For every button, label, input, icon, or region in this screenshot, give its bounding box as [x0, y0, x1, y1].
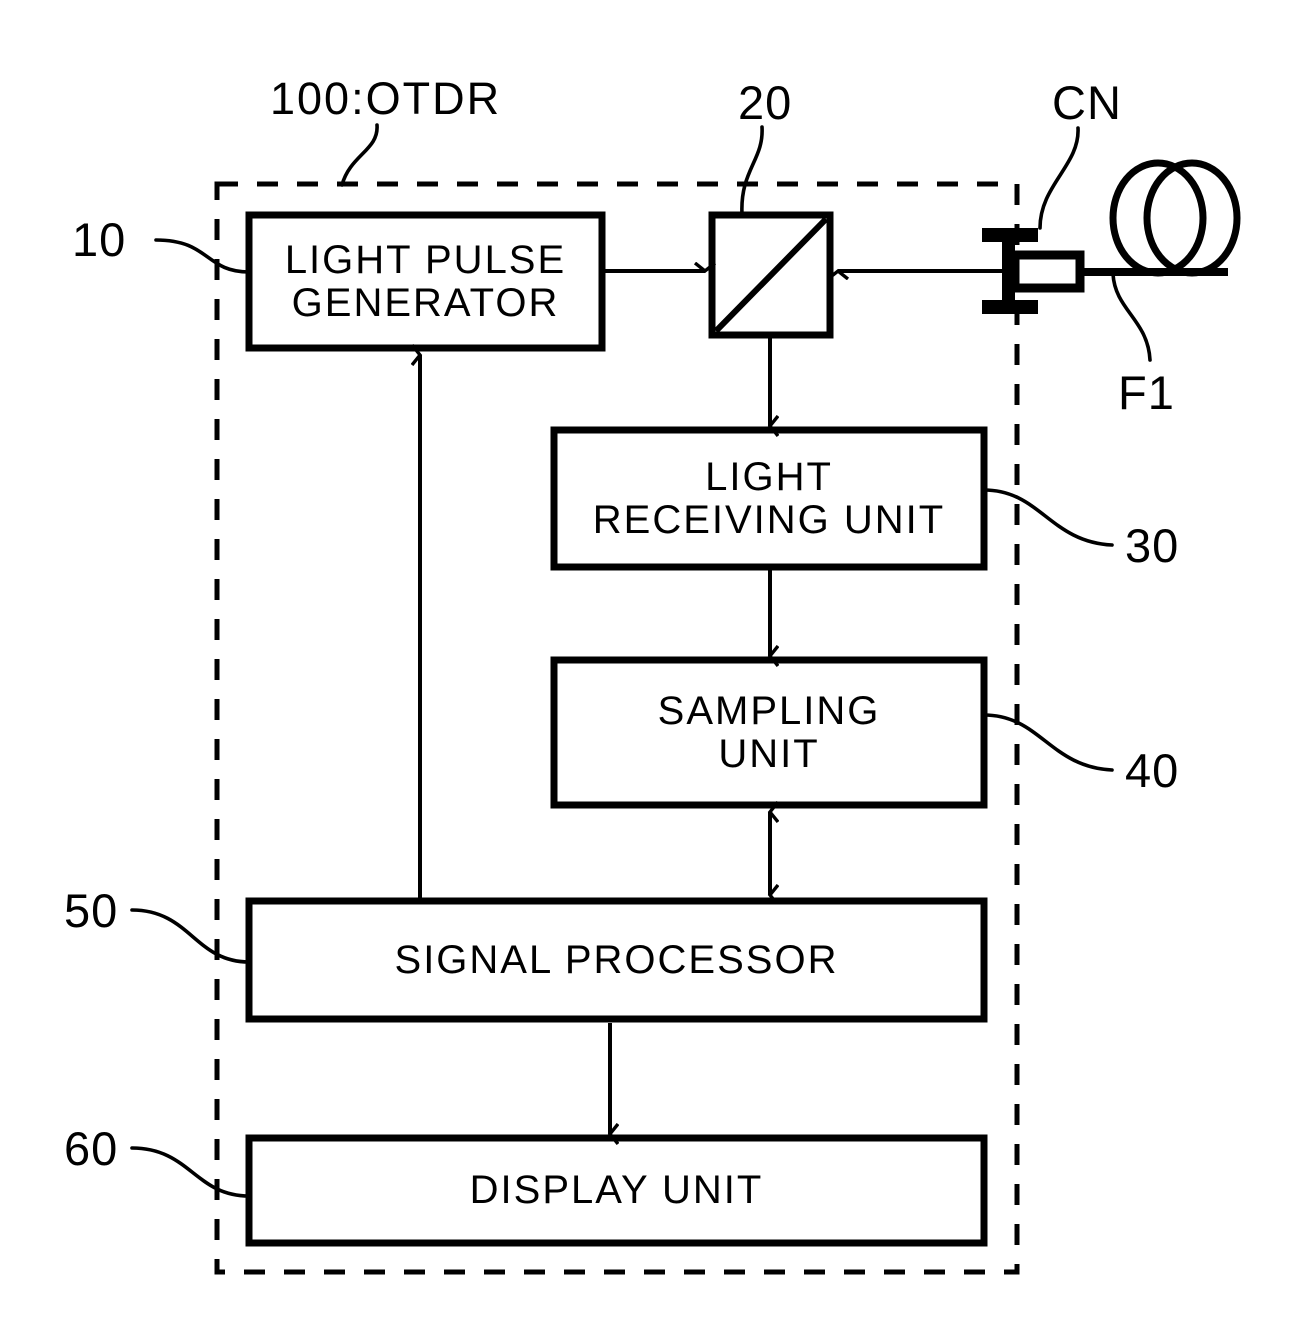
leader-line-20 [740, 125, 764, 216]
leader-line-otdr [340, 123, 379, 187]
sampling-unit-box [550, 656, 988, 809]
connector-top-flange [982, 228, 1038, 242]
ref-number-30: 30 [1125, 519, 1180, 572]
ref-number-60: 60 [64, 1122, 119, 1175]
ref-number-10: 10 [72, 213, 127, 266]
connector-bottom-flange [982, 300, 1038, 314]
connector-ferrule [1010, 250, 1085, 293]
light-receiving-unit-box [550, 426, 988, 571]
leader-line-10 [154, 238, 251, 274]
ref-number-20: 20 [738, 76, 793, 129]
ref-number-50: 50 [64, 884, 119, 937]
figure-vector-layer [130, 123, 1241, 1275]
leader-line-30 [982, 488, 1114, 547]
ref-number-f1: F1 [1118, 366, 1175, 419]
leader-line-cn [1038, 126, 1080, 230]
leader-line-f1 [1111, 272, 1152, 362]
figure-title-label: 100:OTDR [270, 73, 502, 124]
display-unit-box [245, 1134, 988, 1247]
leader-line-50 [130, 908, 251, 964]
signal-processor-box [245, 897, 988, 1023]
leader-line-60 [130, 1146, 251, 1198]
leader-line-40 [982, 713, 1114, 772]
ref-number-cn: CN [1052, 76, 1122, 129]
light-pulse-generator-box [245, 211, 606, 352]
ref-number-40: 40 [1125, 744, 1180, 797]
patent-figure-canvas: 100:OTDR LIGHT PULSE GENERATOR LIGHT REC… [0, 0, 1307, 1328]
